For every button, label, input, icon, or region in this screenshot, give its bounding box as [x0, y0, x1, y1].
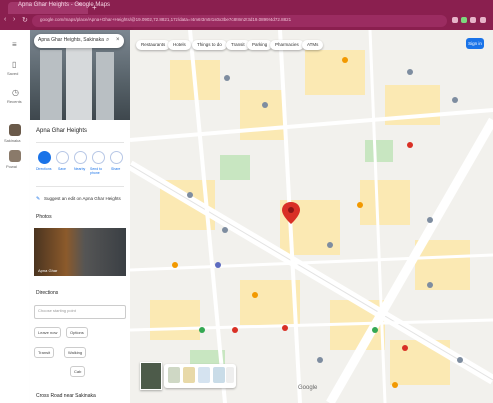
new-tab-button[interactable]: + [92, 3, 97, 12]
park [220, 155, 250, 180]
terrain-layer-icon[interactable] [168, 367, 180, 383]
poi-icon[interactable] [327, 242, 333, 248]
back-icon[interactable]: ‹ [4, 16, 6, 23]
edit-icon: ✎ [36, 196, 41, 202]
profile-icon[interactable] [470, 17, 476, 23]
more-icon[interactable] [480, 17, 486, 23]
restaurant-icon[interactable] [392, 382, 398, 388]
divider [36, 186, 124, 187]
filter-chip-hotels[interactable]: Hotels [168, 40, 191, 50]
send-to-phone-button[interactable]: Send to phone [90, 167, 106, 175]
traffic-layer-icon[interactable] [183, 367, 195, 383]
share-button[interactable]: Share [111, 167, 120, 171]
block [240, 90, 285, 140]
share-icon[interactable] [110, 151, 123, 164]
building-shape [40, 50, 62, 120]
rail-label-recent-2[interactable]: Powai [6, 164, 17, 169]
transit-layer-icon[interactable] [198, 367, 210, 383]
hospital-icon[interactable] [232, 327, 238, 333]
recent-place-thumb[interactable] [9, 150, 21, 162]
sign-in-button[interactable]: Sign in [466, 38, 484, 49]
poi-icon[interactable] [407, 69, 413, 75]
photo-caption: Apna Ghar [38, 268, 58, 273]
building-shape [96, 52, 114, 120]
recent-place-thumb[interactable] [9, 124, 21, 136]
more-layers-icon[interactable] [226, 367, 234, 383]
send-to-phone-icon[interactable] [92, 151, 105, 164]
save-icon[interactable] [56, 151, 69, 164]
search-icon[interactable]: ⌕ [106, 37, 109, 44]
biking-layer-icon[interactable] [213, 367, 225, 383]
park-icon[interactable] [372, 327, 378, 333]
restaurant-icon[interactable] [342, 57, 348, 63]
history-icon[interactable]: ◷ [12, 88, 19, 97]
nearby-button[interactable]: Nearby [74, 167, 85, 171]
leave-now-chip[interactable]: Leave now [34, 327, 62, 338]
poi-icon[interactable] [262, 102, 268, 108]
poi-icon[interactable] [224, 75, 230, 81]
suggest-edit-link[interactable]: Suggest an edit on Apna Ghar Heights [44, 196, 121, 201]
poi-icon[interactable] [222, 227, 228, 233]
poi-icon[interactable] [427, 217, 433, 223]
rail-label-recent-1[interactable]: Sakinaka [4, 138, 20, 143]
photos-heading: Photos [36, 214, 52, 220]
filter-chip-parking[interactable]: Parking [247, 40, 273, 50]
block [305, 50, 365, 95]
poi-icon[interactable] [427, 282, 433, 288]
nearby-icon[interactable] [74, 151, 87, 164]
cab-chip[interactable]: Cab [70, 366, 86, 377]
directions-icon[interactable] [38, 151, 51, 164]
search-input[interactable]: Apna Ghar Heights, Sakinaka [38, 37, 104, 43]
map-canvas[interactable] [130, 30, 493, 403]
filter-chip-atms[interactable]: ATMs [302, 40, 324, 50]
hospital-icon[interactable] [282, 325, 288, 331]
building-shape [66, 38, 92, 120]
google-logo: Google [298, 385, 318, 391]
reload-icon[interactable]: ↻ [22, 16, 28, 24]
restaurant-icon[interactable] [172, 262, 178, 268]
rail-label-saved[interactable]: Saved [7, 71, 18, 76]
filter-chip-pharmacies[interactable]: Pharmacies [270, 40, 304, 50]
extension-icon[interactable] [461, 17, 467, 23]
forward-icon[interactable]: › [13, 16, 15, 23]
nearby-heading: Cross Road near Sakinaka [36, 393, 96, 399]
filter-chip-things-to-do[interactable]: Things to do [192, 40, 227, 50]
layers-button[interactable] [140, 362, 162, 390]
divider [36, 142, 124, 143]
bookmark-star-icon[interactable] [452, 17, 458, 23]
park [365, 140, 393, 162]
menu-icon[interactable]: ≡ [12, 40, 17, 49]
block [360, 180, 410, 225]
rail-label-recents[interactable]: Recents [7, 99, 22, 104]
transit-chip[interactable]: Transit [34, 347, 55, 358]
save-button[interactable]: Save [58, 167, 66, 171]
transit-icon[interactable] [215, 262, 221, 268]
bookmark-icon[interactable]: ▯ [12, 60, 16, 69]
close-icon[interactable]: × [116, 37, 120, 43]
walking-chip[interactable]: Walking [64, 347, 87, 358]
block [150, 300, 200, 340]
poi-icon[interactable] [187, 192, 193, 198]
maps-left-rail [0, 30, 31, 403]
hospital-icon[interactable] [402, 345, 408, 351]
map-drawing[interactable] [130, 30, 493, 403]
hospital-icon[interactable] [407, 142, 413, 148]
starting-point-placeholder[interactable]: Choose starting point [38, 308, 76, 313]
block [240, 280, 300, 325]
park-icon[interactable] [199, 327, 205, 333]
poi-icon[interactable] [457, 357, 463, 363]
poi-icon[interactable] [317, 357, 323, 363]
place-title: Apna Ghar Heights [36, 128, 88, 134]
directions-heading: Directions [36, 290, 59, 296]
poi-icon[interactable] [452, 97, 458, 103]
restaurant-icon[interactable] [252, 292, 258, 298]
filter-chip-restaurants[interactable]: Restaurants [136, 40, 171, 50]
options-chip[interactable]: Options [66, 327, 88, 338]
restaurant-icon[interactable] [357, 202, 363, 208]
directions-button[interactable]: Directions [36, 167, 52, 171]
url-text[interactable]: google.com/maps/place/Apna+Ghar+Heights/… [40, 17, 420, 25]
tab-close-icon[interactable]: × [78, 2, 489, 8]
